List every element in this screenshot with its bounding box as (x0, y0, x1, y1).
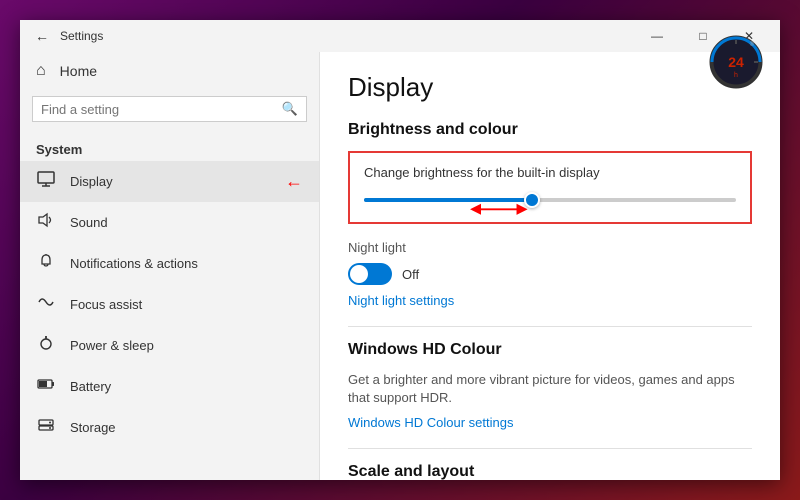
sidebar-item-home[interactable]: ⌂ Home (20, 52, 319, 90)
back-button[interactable]: ← (28, 22, 56, 50)
sidebar-home-label: Home (60, 63, 97, 79)
main-content: Display Brightness and colour Change bri… (320, 52, 780, 480)
24h-logo: 24 h ® (708, 34, 764, 90)
section-divider-2 (348, 448, 752, 449)
sidebar-label-power: Power & sleep (70, 338, 303, 353)
sidebar-item-battery[interactable]: Battery (20, 366, 319, 407)
page-title: Display (348, 72, 752, 103)
window-title: Settings (60, 29, 634, 43)
content-area: ⌂ Home 🔍 System Display ← Sou (20, 52, 780, 480)
sidebar-label-display: Display (70, 174, 281, 189)
minimize-button[interactable]: — (634, 20, 680, 52)
settings-window: ← Settings — □ ✕ 24 h ® ⌂ (20, 20, 780, 480)
search-icon: 🔍 (282, 101, 298, 117)
night-light-state: Off (402, 267, 419, 282)
display-icon (36, 171, 56, 192)
svg-text:®: ® (750, 41, 755, 48)
power-icon (36, 335, 56, 356)
sidebar-section-label: System (20, 134, 319, 161)
focus-icon (36, 294, 56, 315)
brightness-label: Change brightness for the built-in displ… (364, 165, 736, 180)
sidebar-label-sound: Sound (70, 215, 303, 230)
sidebar-label-storage: Storage (70, 420, 303, 435)
brightness-slider-thumb[interactable] (524, 192, 540, 208)
brightness-section-title: Brightness and colour (348, 121, 752, 139)
hd-colour-title: Windows HD Colour (348, 341, 752, 359)
scale-title: Scale and layout (348, 463, 752, 480)
sidebar-label-battery: Battery (70, 379, 303, 394)
sidebar-item-power[interactable]: Power & sleep (20, 325, 319, 366)
brightness-slider-track (364, 198, 736, 202)
night-light-label: Night light (348, 240, 752, 255)
hd-colour-desc: Get a brighter and more vibrant picture … (348, 371, 752, 407)
sidebar-item-storage[interactable]: Storage (20, 407, 319, 448)
sidebar-item-notifications[interactable]: Notifications & actions (20, 243, 319, 284)
sidebar-label-focus: Focus assist (70, 297, 303, 312)
brightness-slider-container (364, 190, 736, 210)
night-light-toggle[interactable] (348, 263, 392, 285)
toggle-row: Off (348, 263, 752, 285)
hd-colour-link[interactable]: Windows HD Colour settings (348, 415, 752, 430)
sidebar: ⌂ Home 🔍 System Display ← Sou (20, 52, 320, 480)
search-input[interactable] (41, 102, 282, 117)
sidebar-label-notifications: Notifications & actions (70, 256, 303, 271)
brightness-slider-fill (364, 198, 531, 202)
logo-area: 24 h ® (708, 34, 764, 95)
storage-icon (36, 417, 56, 438)
notifications-icon (36, 253, 56, 274)
titlebar: ← Settings — □ ✕ (20, 20, 780, 52)
brightness-box: Change brightness for the built-in displ… (348, 151, 752, 224)
display-red-arrow: ← (285, 171, 303, 192)
svg-text:24: 24 (728, 54, 744, 70)
sidebar-item-display[interactable]: Display ← (20, 161, 319, 202)
home-icon: ⌂ (36, 62, 46, 80)
svg-text:h: h (734, 72, 738, 79)
search-box[interactable]: 🔍 (32, 96, 307, 122)
toggle-knob (350, 265, 368, 283)
section-divider-1 (348, 326, 752, 327)
sidebar-item-sound[interactable]: Sound (20, 202, 319, 243)
sidebar-item-focus[interactable]: Focus assist (20, 284, 319, 325)
sound-icon (36, 212, 56, 233)
night-light-settings-link[interactable]: Night light settings (348, 293, 752, 308)
battery-icon (36, 376, 56, 397)
